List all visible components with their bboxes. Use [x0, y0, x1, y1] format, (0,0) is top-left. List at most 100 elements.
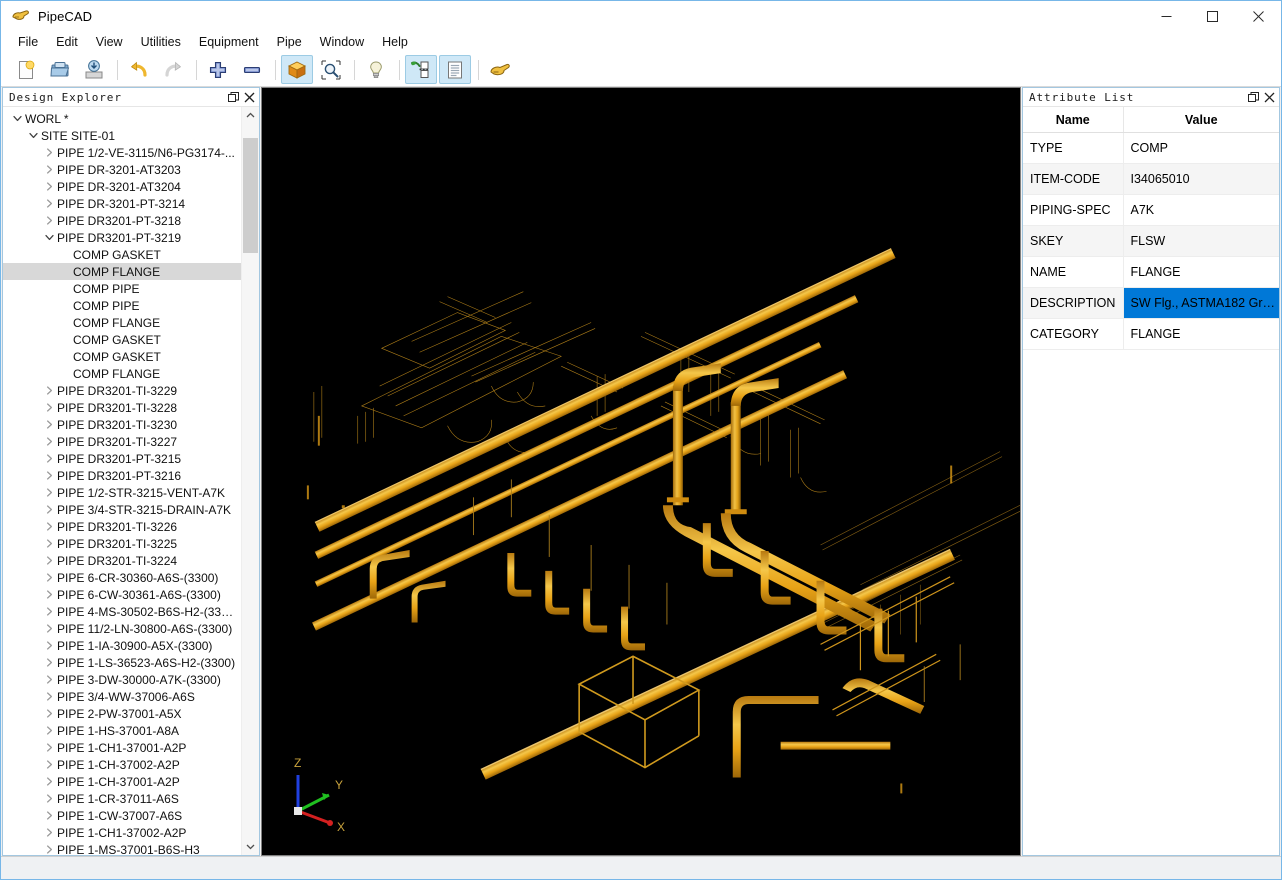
tree-item[interactable]: PIPE 3-DW-30000-A7K-(3300) — [3, 671, 241, 688]
menu-window[interactable]: Window — [311, 33, 373, 51]
chevron-right-icon[interactable] — [41, 485, 57, 501]
attribute-value-cell[interactable]: FLANGE — [1123, 318, 1279, 350]
save-icon[interactable] — [78, 55, 110, 84]
chevron-right-icon[interactable] — [41, 825, 57, 841]
chevron-right-icon[interactable] — [41, 213, 57, 229]
chevron-right-icon[interactable] — [41, 502, 57, 518]
undo-icon[interactable] — [123, 55, 155, 84]
attribute-value-cell[interactable]: FLSW — [1123, 225, 1279, 257]
remove-minus-icon[interactable] — [236, 55, 268, 84]
tree-item[interactable]: COMP FLANGE — [3, 263, 241, 280]
chevron-right-icon[interactable] — [41, 434, 57, 450]
chevron-right-icon[interactable] — [41, 162, 57, 178]
tree-item[interactable]: PIPE 11/2-LN-30800-A6S-(3300) — [3, 620, 241, 637]
chevron-right-icon[interactable] — [41, 672, 57, 688]
chevron-right-icon[interactable] — [41, 383, 57, 399]
tree-item[interactable]: PIPE DR-3201-PT-3214 — [3, 195, 241, 212]
tree-item[interactable]: PIPE 1-CR-37011-A6S — [3, 790, 241, 807]
chevron-right-icon[interactable] — [41, 621, 57, 637]
zoom-extents-icon[interactable] — [315, 55, 347, 84]
tree-item[interactable]: PIPE 4-MS-30502-B6S-H2-(3300) — [3, 603, 241, 620]
tree-item[interactable]: PIPE 1-LS-36523-A6S-H2-(3300) — [3, 654, 241, 671]
tree-item[interactable]: PIPE 3/4-STR-3215-DRAIN-A7K — [3, 501, 241, 518]
tree-item[interactable]: PIPE 1-CH-37001-A2P — [3, 773, 241, 790]
tree-item[interactable]: PIPE DR3201-TI-3225 — [3, 535, 241, 552]
3d-viewport[interactable]: Z Y X — [261, 87, 1021, 856]
chevron-right-icon[interactable] — [41, 417, 57, 433]
chevron-right-icon[interactable] — [41, 587, 57, 603]
tree-item[interactable]: PIPE DR3201-TI-3229 — [3, 382, 241, 399]
menu-view[interactable]: View — [87, 33, 132, 51]
chevron-right-icon[interactable] — [41, 179, 57, 195]
column-header-value[interactable]: Value — [1123, 107, 1279, 133]
tree-item[interactable]: PIPE 1-CH1-37001-A2P — [3, 739, 241, 756]
chevron-right-icon[interactable] — [41, 400, 57, 416]
chevron-right-icon[interactable] — [41, 536, 57, 552]
tree-item[interactable]: COMP PIPE — [3, 280, 241, 297]
tree-item[interactable]: PIPE DR3201-PT-3215 — [3, 450, 241, 467]
attribute-value-cell[interactable]: FLANGE — [1123, 256, 1279, 288]
tree-item[interactable]: PIPE 6-CR-30360-A6S-(3300) — [3, 569, 241, 586]
add-plus-icon[interactable] — [202, 55, 234, 84]
table-row[interactable]: SKEY FLSW — [1023, 225, 1279, 257]
tree-item[interactable]: PIPE 1-CW-37007-A6S — [3, 807, 241, 824]
chevron-right-icon[interactable] — [41, 706, 57, 722]
menu-utilities[interactable]: Utilities — [132, 33, 190, 51]
tree-vertical-scrollbar[interactable] — [241, 107, 259, 855]
chevron-down-icon[interactable] — [9, 111, 25, 127]
menu-equipment[interactable]: Equipment — [190, 33, 268, 51]
tree-item[interactable]: PIPE DR3201-PT-3216 — [3, 467, 241, 484]
tree-item[interactable]: PIPE 1/2-VE-3115/N6-PG3174-... — [3, 144, 241, 161]
tree-item[interactable]: PIPE 1/2-STR-3215-VENT-A7K — [3, 484, 241, 501]
scroll-up-button[interactable] — [242, 107, 259, 124]
table-row[interactable]: PIPING-SPEC A7K — [1023, 194, 1279, 226]
table-row[interactable]: CATEGORY FLANGE — [1023, 318, 1279, 350]
redo-icon[interactable] — [157, 55, 189, 84]
tree-item[interactable]: PIPE 1-HS-37001-A8A — [3, 722, 241, 739]
tree-item[interactable]: PIPE DR-3201-AT3204 — [3, 178, 241, 195]
tree-item[interactable]: PIPE DR3201-PT-3218 — [3, 212, 241, 229]
solid-box-icon[interactable] — [281, 55, 313, 84]
chevron-right-icon[interactable] — [41, 655, 57, 671]
table-row[interactable]: DESCRIPTION SW Flg., ASTMA182 Grad... — [1023, 287, 1279, 319]
new-file-icon[interactable] — [10, 55, 42, 84]
tree-item[interactable]: COMP GASKET — [3, 331, 241, 348]
tree-item[interactable]: PIPE DR3201-TI-3226 — [3, 518, 241, 535]
tree-item[interactable]: COMP FLANGE — [3, 314, 241, 331]
tree-item[interactable]: COMP FLANGE — [3, 365, 241, 382]
attribute-value-cell-selected[interactable]: SW Flg., ASTMA182 Grad... — [1123, 287, 1279, 319]
menu-pipe[interactable]: Pipe — [268, 33, 311, 51]
maximize-button[interactable] — [1189, 1, 1235, 31]
tree-item[interactable]: PIPE 2-PW-37001-A5X — [3, 705, 241, 722]
attribute-value-cell[interactable]: COMP — [1123, 132, 1279, 164]
tree-item[interactable]: PIPE 1-CH-37002-A2P — [3, 756, 241, 773]
chevron-right-icon[interactable] — [41, 740, 57, 756]
attribute-value-cell[interactable]: A7K — [1123, 194, 1279, 226]
chevron-right-icon[interactable] — [41, 689, 57, 705]
chevron-right-icon[interactable] — [41, 757, 57, 773]
open-folder-icon[interactable] — [44, 55, 76, 84]
chevron-right-icon[interactable] — [41, 196, 57, 212]
snap-pick-icon[interactable] — [405, 55, 437, 84]
column-header-name[interactable]: Name — [1023, 107, 1124, 133]
design-explorer-tree[interactable]: WORL * SITE SITE-01 PIPE 1/2-VE-3115/N6-PG… — [3, 107, 241, 855]
chevron-right-icon[interactable] — [41, 638, 57, 654]
chevron-right-icon[interactable] — [41, 842, 57, 856]
tree-item[interactable]: PIPE DR3201-PT-3219 — [3, 229, 241, 246]
minimize-button[interactable] — [1143, 1, 1189, 31]
tree-item[interactable]: PIPE 1-IA-30900-A5X-(3300) — [3, 637, 241, 654]
tree-item[interactable]: COMP PIPE — [3, 297, 241, 314]
scrollbar-thumb[interactable] — [243, 138, 258, 253]
chevron-right-icon[interactable] — [41, 553, 57, 569]
tree-item[interactable]: PIPE DR3201-TI-3227 — [3, 433, 241, 450]
tree-item[interactable]: COMP GASKET — [3, 348, 241, 365]
table-row[interactable]: NAME FLANGE — [1023, 256, 1279, 288]
attribute-list-float-button[interactable] — [1245, 89, 1261, 105]
table-row[interactable]: ITEM-CODE I34065010 — [1023, 163, 1279, 195]
tree-item[interactable]: PIPE 1-CH1-37002-A2P — [3, 824, 241, 841]
chevron-right-icon[interactable] — [41, 468, 57, 484]
chevron-down-icon[interactable] — [41, 230, 57, 246]
attribute-value-cell[interactable]: I34065010 — [1123, 163, 1279, 195]
chevron-right-icon[interactable] — [41, 519, 57, 535]
chevron-down-icon[interactable] — [25, 128, 41, 144]
